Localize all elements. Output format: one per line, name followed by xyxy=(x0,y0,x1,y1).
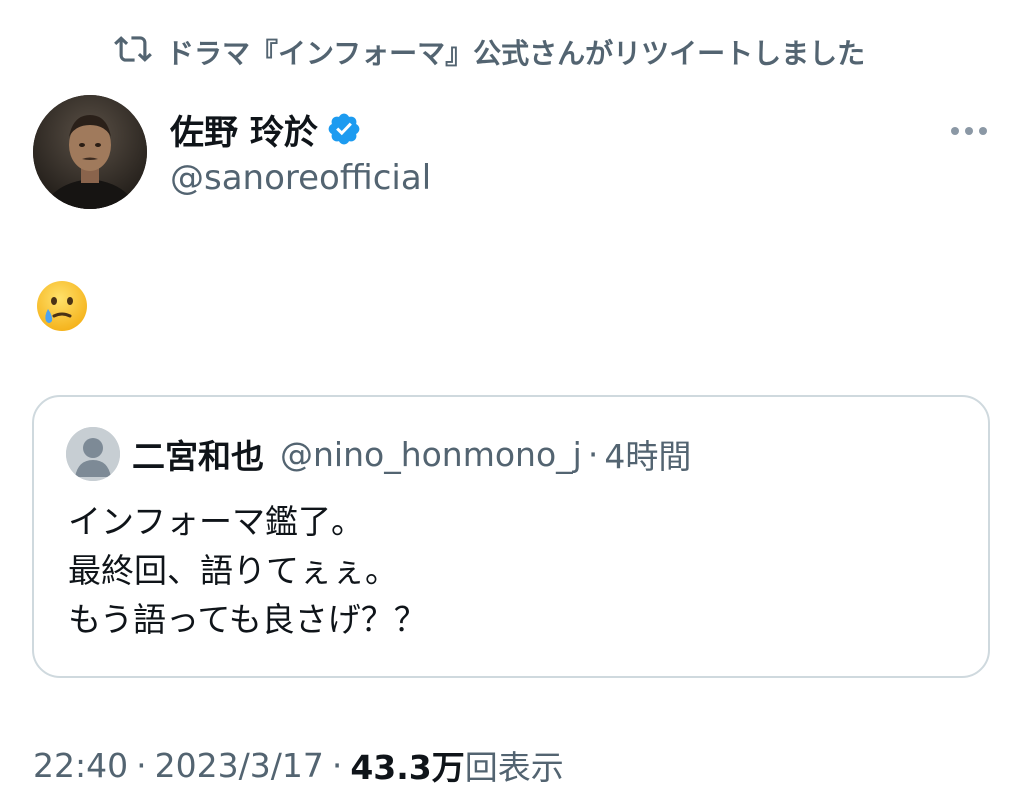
retweet-icon xyxy=(114,30,152,75)
verified-badge-icon xyxy=(326,111,362,147)
tweet-date[interactable]: 2023/3/17 xyxy=(155,746,324,785)
quoted-text-line: インフォーマ鑑了。 xyxy=(68,502,365,541)
views-label: 回表示 xyxy=(464,748,564,787)
meta-separator: · xyxy=(331,745,343,785)
quoted-separator: · xyxy=(587,434,599,474)
quoted-text-line: もう語っても良さげ？？ xyxy=(68,600,427,639)
more-options-button[interactable] xyxy=(945,112,993,148)
tweet-meta: 22:40 · 2023/3/17 · 43.3万 回表示 xyxy=(33,740,564,790)
quoted-author-name: 二宮和也 xyxy=(132,437,264,476)
author-handle[interactable]: @sanoreofficial xyxy=(170,158,431,198)
views-count[interactable]: 43.3万 xyxy=(350,741,464,789)
meta-separator: · xyxy=(136,745,147,785)
face-holding-back-tears-emoji xyxy=(34,281,90,338)
tweet-text xyxy=(34,278,90,334)
quoted-tweet-text: インフォーマ鑑了。 最終回、語りてぇぇ。 もう語っても良さげ？？ xyxy=(68,497,948,644)
quoted-time: 4時間 xyxy=(604,437,692,476)
quoted-author-handle: @nino_honmono_j xyxy=(280,434,582,474)
quoted-author-avatar xyxy=(66,427,120,481)
retweet-banner-text: ドラマ『インフォーマ』公式さんがリツイートしました xyxy=(166,37,866,70)
quoted-tweet-header: 二宮和也 @nino_honmono_j · 4時間 xyxy=(66,427,691,481)
more-horizontal-icon xyxy=(949,121,989,140)
author-name[interactable]: 佐野 玲於 xyxy=(170,105,318,154)
quoted-text-line: 最終回、語りてぇぇ。 xyxy=(68,551,398,590)
tweet-author: 佐野 玲於 @sanoreofficial xyxy=(170,104,431,199)
tweet-time[interactable]: 22:40 xyxy=(33,746,128,785)
quoted-tweet[interactable]: 二宮和也 @nino_honmono_j · 4時間 インフォーマ鑑了。 最終回… xyxy=(32,395,990,678)
author-avatar[interactable] xyxy=(33,95,147,209)
retweet-banner[interactable]: ドラマ『インフォーマ』公式さんがリツイートしました xyxy=(114,30,865,74)
